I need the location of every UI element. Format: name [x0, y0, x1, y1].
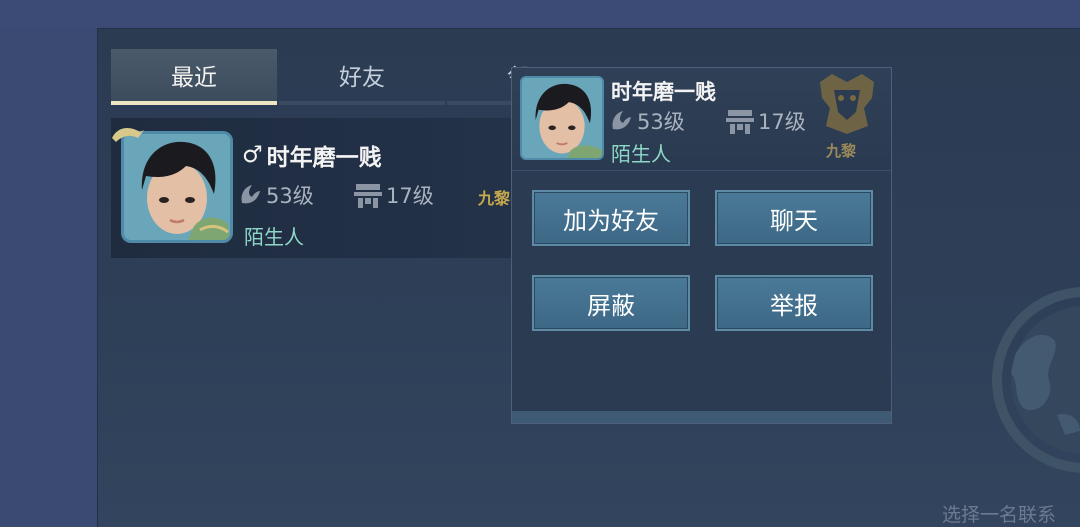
- add-friend-label: 加为好友: [563, 206, 659, 235]
- popup-bottom-bar: [512, 411, 891, 423]
- tab-recent[interactable]: 最近: [111, 49, 277, 105]
- popup-header: 时年磨一贱 53级 17级 陌生人 九黎: [512, 68, 891, 171]
- popup-name: 时年磨一贱: [611, 80, 716, 104]
- house-level-icon: [726, 110, 754, 134]
- contact-name-row: ♂ 时年磨一贱: [242, 138, 382, 172]
- wing-level-icon: [612, 111, 631, 130]
- add-friend-button[interactable]: 加为好友: [532, 190, 690, 246]
- gender-male-icon: ♂: [242, 142, 263, 168]
- tab-friends-label: 好友: [339, 65, 385, 91]
- report-button[interactable]: 举报: [715, 275, 873, 331]
- player-info-popup: 时年磨一贱 53级 17级 陌生人 九黎 加为好友 聊天 屏蔽 举报: [511, 67, 892, 424]
- house-level-icon: [354, 184, 382, 208]
- block-button[interactable]: 屏蔽: [532, 275, 690, 331]
- report-label: 举报: [770, 291, 818, 320]
- contact-avatar[interactable]: [121, 131, 233, 243]
- contact-home-level: 17级: [354, 180, 434, 210]
- popup-relation: 陌生人: [611, 142, 671, 166]
- select-contact-hint: 选择一名联系: [942, 504, 1057, 526]
- popup-guild: 九黎: [826, 142, 857, 160]
- popup-avatar: [520, 76, 604, 160]
- contact-guild: 九黎: [478, 189, 511, 208]
- popup-home-level-text: 17级: [758, 110, 806, 134]
- chat-button[interactable]: 聊天: [715, 190, 873, 246]
- globe-icon: [992, 287, 1080, 473]
- chat-label: 聊天: [770, 206, 818, 235]
- block-label: 屏蔽: [587, 291, 635, 320]
- left-margin: [0, 28, 97, 526]
- top-strip: [0, 0, 1080, 28]
- contact-relation: 陌生人: [244, 225, 304, 249]
- popup-level: 53级: [609, 106, 685, 136]
- popup-home-level: 17级: [726, 106, 806, 136]
- popup-name-row: 时年磨一贱: [611, 76, 716, 106]
- popup-level-text: 53级: [637, 110, 685, 134]
- contact-name: 时年磨一贱: [266, 145, 382, 171]
- wing-level-icon: [241, 185, 260, 204]
- contact-home-level-text: 17级: [386, 184, 434, 208]
- tab-friends[interactable]: 好友: [279, 49, 445, 105]
- contact-level: 53级: [238, 180, 314, 210]
- tab-recent-label: 最近: [171, 65, 217, 91]
- avatar-frame-ornament-icon: [112, 128, 144, 142]
- contact-level-text: 53级: [266, 184, 314, 208]
